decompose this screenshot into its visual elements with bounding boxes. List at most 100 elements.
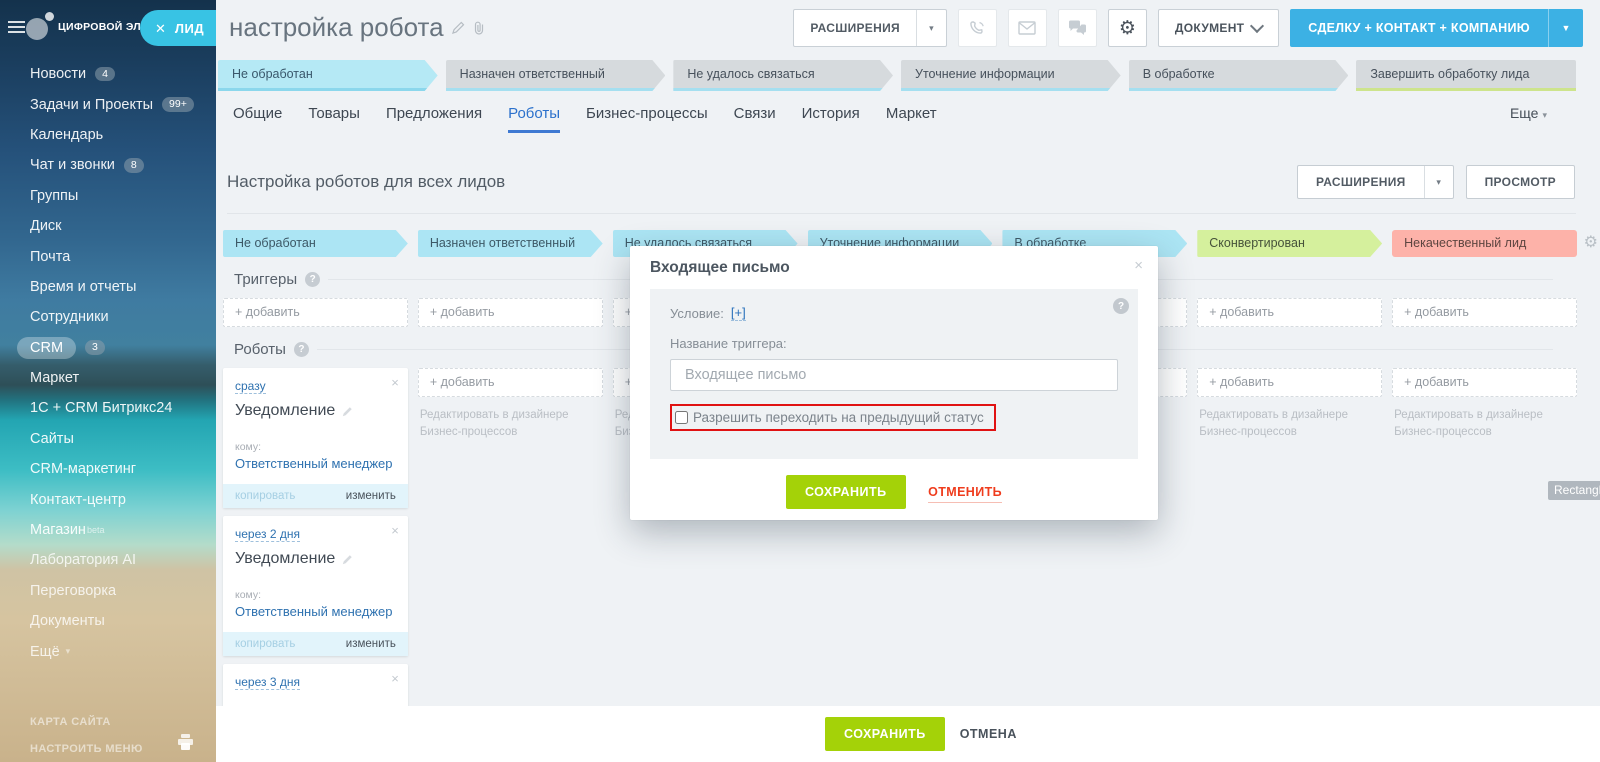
pipeline-stage-converted[interactable]: Сконвертирован <box>1197 230 1382 257</box>
sidebar-item-calendar[interactable]: Календарь <box>0 120 216 150</box>
recipient-link[interactable]: Ответственный менеджер <box>235 456 396 471</box>
status-chip-finish[interactable]: Завершить обработку лида <box>1356 60 1576 91</box>
add-trigger-button[interactable]: + добавить <box>1197 298 1382 327</box>
add-trigger-button[interactable]: + добавить <box>223 298 408 327</box>
edit-title-icon[interactable] <box>452 21 465 34</box>
document-button[interactable]: ДОКУМЕНТ <box>1158 9 1279 47</box>
sidebar-item-groups[interactable]: Группы <box>0 181 216 211</box>
robot-schedule-link[interactable]: через 2 дня <box>235 527 300 542</box>
edit-action[interactable]: изменить <box>346 490 396 502</box>
status-chip[interactable]: Назначен ответственный <box>446 60 666 91</box>
sidebar-item-sites[interactable]: Сайты <box>0 424 216 454</box>
sidebar-item-more[interactable]: Ещё▾ <box>0 636 216 666</box>
sidebar-item-shop[interactable]: Магазинbeta <box>0 515 216 545</box>
sidebar-item-ai-lab[interactable]: Лаборатория AI <box>0 545 216 575</box>
sidebar-item-crm-marketing[interactable]: CRM-маркетинг <box>0 454 216 484</box>
save-button[interactable]: СОХРАНИТЬ <box>825 717 945 751</box>
trigger-name-input[interactable] <box>670 359 1118 391</box>
add-robot-button[interactable]: + добавить <box>1392 368 1577 397</box>
chevron-down-icon[interactable]: ▼ <box>1548 9 1583 47</box>
create-deal-contact-company-button[interactable]: СДЕЛКУ + КОНТАКТ + КОМПАНИЮ ▼ <box>1290 9 1583 47</box>
chevron-down-icon[interactable]: ▾ <box>916 10 946 46</box>
settings-button[interactable]: ⚙ <box>1108 9 1147 47</box>
add-condition-link[interactable]: [+] <box>731 305 746 321</box>
add-trigger-button[interactable]: + добавить <box>418 298 603 327</box>
close-icon[interactable]: ✕ <box>155 22 166 35</box>
help-icon[interactable]: ? <box>294 342 309 357</box>
pipeline-stage[interactable]: Не обработан <box>223 230 408 257</box>
add-trigger-button[interactable]: + добавить <box>1392 298 1577 327</box>
bp-designer-link[interactable]: Редактировать в дизайнере Бизнес-процесс… <box>1392 407 1577 440</box>
lead-entity-tab[interactable]: ✕ ЛИД <box>140 10 216 46</box>
robots-column: + добавить Редактировать в дизайнере Биз… <box>1392 368 1577 440</box>
recipient-label: кому: <box>235 589 396 601</box>
tab-products[interactable]: Товары <box>308 105 360 133</box>
sidebar-item-documents[interactable]: Документы <box>0 606 216 636</box>
close-icon[interactable]: × <box>391 671 399 686</box>
close-icon[interactable]: × <box>391 375 399 390</box>
bp-designer-link[interactable]: Редактировать в дизайнере Бизнес-процесс… <box>1197 407 1382 440</box>
paperclip-icon[interactable] <box>473 21 485 35</box>
sidebar-item-crm[interactable]: CRM3 <box>0 333 216 363</box>
extensions-button[interactable]: РАСШИРЕНИЯ ▾ <box>793 9 947 47</box>
hamburger-menu-icon[interactable] <box>8 21 25 34</box>
status-chip[interactable]: Не удалось связаться <box>673 60 893 91</box>
tabs-more-button[interactable]: Еще▾ <box>1510 105 1547 121</box>
sidebar-item-tasks[interactable]: Задачи и Проекты99+ <box>0 89 216 119</box>
modal-cancel-button[interactable]: ОТМЕНИТЬ <box>928 484 1002 503</box>
modal-save-button[interactable]: СОХРАНИТЬ <box>786 475 906 509</box>
tab-robots[interactable]: Роботы <box>508 105 560 133</box>
email-button[interactable] <box>1008 9 1047 47</box>
sidebar-item-time-reports[interactable]: Время и отчеты <box>0 272 216 302</box>
tab-general[interactable]: Общие <box>233 105 282 133</box>
sidebar-item-disk[interactable]: Диск <box>0 211 216 241</box>
sidebar-item-chat[interactable]: Чат и звонки8 <box>0 150 216 180</box>
robots-extensions-button[interactable]: РАСШИРЕНИЯ ▾ <box>1297 165 1454 199</box>
sidebar-item-mail[interactable]: Почта <box>0 241 216 271</box>
pipeline-stage[interactable]: Назначен ответственный <box>418 230 603 257</box>
edit-icon[interactable] <box>342 554 353 565</box>
sidebar-item-1c-crm[interactable]: 1С + CRM Битрикс24 <box>0 393 216 423</box>
add-robot-button[interactable]: + добавить <box>418 368 603 397</box>
tab-market[interactable]: Маркет <box>886 105 937 133</box>
sidebar-item-news[interactable]: Новости4 <box>0 59 216 89</box>
tab-business-processes[interactable]: Бизнес-процессы <box>586 105 708 133</box>
sidebar-item-contact-center[interactable]: Контакт-центр <box>0 484 216 514</box>
sidebar-item-employees[interactable]: Сотрудники <box>0 302 216 332</box>
close-icon[interactable]: × <box>391 523 399 538</box>
edit-icon[interactable] <box>342 406 353 417</box>
printer-icon[interactable] <box>177 734 194 750</box>
status-chip[interactable]: Уточнение информации <box>901 60 1121 91</box>
add-robot-button[interactable]: + добавить <box>1197 368 1382 397</box>
edit-action[interactable]: изменить <box>346 638 396 650</box>
status-chip[interactable]: Не обработан <box>218 60 438 91</box>
close-icon[interactable]: × <box>1134 257 1143 274</box>
bp-designer-link[interactable]: Редактировать в дизайнере Бизнес-процесс… <box>418 407 603 440</box>
page-header: настройка робота РАСШИРЕНИЯ ▾ <box>216 0 1600 55</box>
tab-quotes[interactable]: Предложения <box>386 105 482 133</box>
sidebar-item-market[interactable]: Маркет <box>0 363 216 393</box>
help-icon[interactable]: ? <box>305 272 320 287</box>
view-button[interactable]: ПРОСМОТР <box>1466 165 1575 199</box>
previous-status-checkbox[interactable] <box>675 411 688 424</box>
robot-schedule-link[interactable]: через 3 дня <box>235 675 300 690</box>
copy-action[interactable]: копировать <box>235 490 295 502</box>
robot-cards-column: × сразу Уведомление кому: Ответственный … <box>223 368 408 746</box>
recipient-link[interactable]: Ответственный менеджер <box>235 604 396 619</box>
chat-button[interactable] <box>1058 9 1097 47</box>
pipeline-settings-gear-icon[interactable]: ⚙ <box>1584 235 1598 251</box>
pipeline-stage-junk[interactable]: Некачественный лид <box>1392 230 1577 257</box>
sidebar-item-meeting-room[interactable]: Переговорка <box>0 576 216 606</box>
robot-schedule-link[interactable]: сразу <box>235 379 266 394</box>
tab-history[interactable]: История <box>802 105 860 133</box>
modal-title: Входящее письмо <box>630 246 1158 277</box>
tab-connections[interactable]: Связи <box>734 105 776 133</box>
chevron-down-icon[interactable]: ▾ <box>1424 166 1453 198</box>
status-chip[interactable]: В обработке <box>1129 60 1349 91</box>
sitemap-link[interactable]: КАРТА САЙТА <box>0 708 216 735</box>
company-logo[interactable]: ЦИФРОВОЙ ЭЛЕМЕ <box>26 12 144 42</box>
help-icon[interactable]: ? <box>1113 298 1129 314</box>
cancel-button[interactable]: ОТМЕНА <box>960 727 1017 741</box>
copy-action[interactable]: копировать <box>235 638 295 650</box>
phone-button[interactable] <box>958 9 997 47</box>
